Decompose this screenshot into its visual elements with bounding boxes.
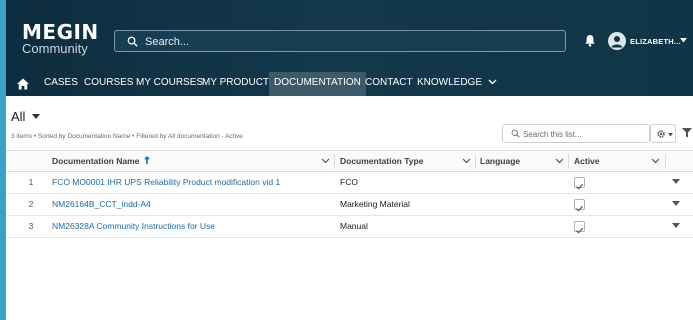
notification-bell-icon[interactable]: [584, 34, 596, 47]
nav-item-knowledge[interactable]: KNOWLEDGE: [412, 72, 502, 96]
documentation-type-cell: Manual: [340, 221, 368, 231]
row-action-menu-icon[interactable]: [672, 179, 680, 185]
search-icon: [127, 36, 138, 47]
column-header-language[interactable]: Language: [480, 151, 520, 171]
search-icon: [511, 129, 520, 138]
column-menu-chevron-icon[interactable]: [651, 158, 660, 164]
main-nav: CASES COURSES MY COURSES MY PRODUCTS DOC…: [6, 72, 693, 96]
column-divider[interactable]: [568, 154, 569, 169]
checkmark-icon: [576, 227, 584, 234]
column-header-documentation-name[interactable]: Documentation Name: [52, 151, 150, 171]
brand-logo[interactable]: MEGIN Community: [22, 22, 99, 57]
checkmark-icon: [576, 205, 584, 212]
nav-item-knowledge-label: KNOWLEDGE: [417, 77, 483, 88]
column-header-documentation-name-label: Documentation Name: [52, 156, 140, 166]
checkmark-icon: [576, 183, 584, 190]
documentation-type-cell: Marketing Material: [340, 199, 410, 209]
nav-item-courses[interactable]: COURSES: [79, 72, 138, 96]
user-avatar[interactable]: [608, 32, 626, 50]
list-view-switcher-caret-icon[interactable]: [32, 114, 40, 120]
chevron-down-icon: [668, 133, 673, 137]
brand-name: MEGIN: [22, 20, 99, 44]
row-number: 3: [28, 221, 34, 231]
global-search-input[interactable]: [145, 34, 545, 49]
site-header: MEGIN Community ELIZABETH... CASES COURS…: [6, 0, 693, 96]
documentation-name-link[interactable]: FCO MO0001 IHR UPS Reliability Product m…: [52, 172, 280, 193]
table-header-row: Documentation Name Documentation Type La…: [6, 150, 693, 172]
row-action-menu-icon[interactable]: [672, 223, 680, 229]
nav-item-contact[interactable]: CONTACT: [360, 72, 418, 96]
column-menu-chevron-icon[interactable]: [321, 158, 330, 164]
nav-item-documentation[interactable]: DOCUMENTATION: [269, 72, 366, 96]
column-divider[interactable]: [334, 154, 335, 169]
list-search-input[interactable]: [523, 128, 643, 140]
brand-sub: Community: [22, 41, 88, 56]
filter-icon: [682, 128, 692, 138]
table-row: 3 NM26328A Community Instructions for Us…: [6, 216, 693, 238]
row-number: 2: [28, 199, 34, 209]
row-number: 1: [28, 177, 34, 187]
user-menu-caret-icon[interactable]: [680, 38, 687, 43]
list-settings-button[interactable]: [650, 124, 676, 143]
active-checkbox: [574, 199, 585, 212]
table-row: 1 FCO MO0001 IHR UPS Reliability Product…: [6, 172, 693, 194]
gear-icon: [657, 130, 665, 138]
list-view-title[interactable]: All: [11, 109, 25, 124]
documentation-name-link[interactable]: NM26164B_CCT_indd-A4: [52, 194, 151, 215]
chevron-down-icon: [488, 79, 497, 85]
column-divider[interactable]: [665, 154, 666, 169]
list-view-panel: All 3 items • Sorted by Documentation Na…: [6, 96, 693, 320]
column-menu-chevron-icon[interactable]: [462, 158, 471, 164]
column-divider[interactable]: [475, 154, 476, 169]
documentation-name-link[interactable]: NM26328A Community Instructions for Use: [52, 216, 215, 237]
column-header-documentation-type[interactable]: Documentation Type: [340, 151, 423, 171]
documentation-type-cell: FCO: [340, 177, 358, 187]
column-menu-chevron-icon[interactable]: [555, 158, 564, 164]
row-action-menu-icon[interactable]: [672, 201, 680, 207]
column-header-active[interactable]: Active: [574, 151, 600, 171]
filter-button[interactable]: [678, 124, 693, 143]
sort-ascending-icon: [143, 156, 150, 164]
nav-item-cases[interactable]: CASES: [39, 72, 83, 96]
user-name[interactable]: ELIZABETH...: [630, 37, 681, 46]
active-checkbox: [574, 177, 585, 190]
home-icon[interactable]: [16, 77, 30, 91]
table-row: 2 NM26164B_CCT_indd-A4 Marketing Materia…: [6, 194, 693, 216]
user-avatar-icon: [611, 36, 623, 48]
list-search[interactable]: [502, 124, 650, 143]
global-search[interactable]: [114, 30, 566, 52]
list-view-meta: 3 items • Sorted by Documentation Name •…: [11, 133, 243, 140]
active-checkbox: [574, 221, 585, 234]
